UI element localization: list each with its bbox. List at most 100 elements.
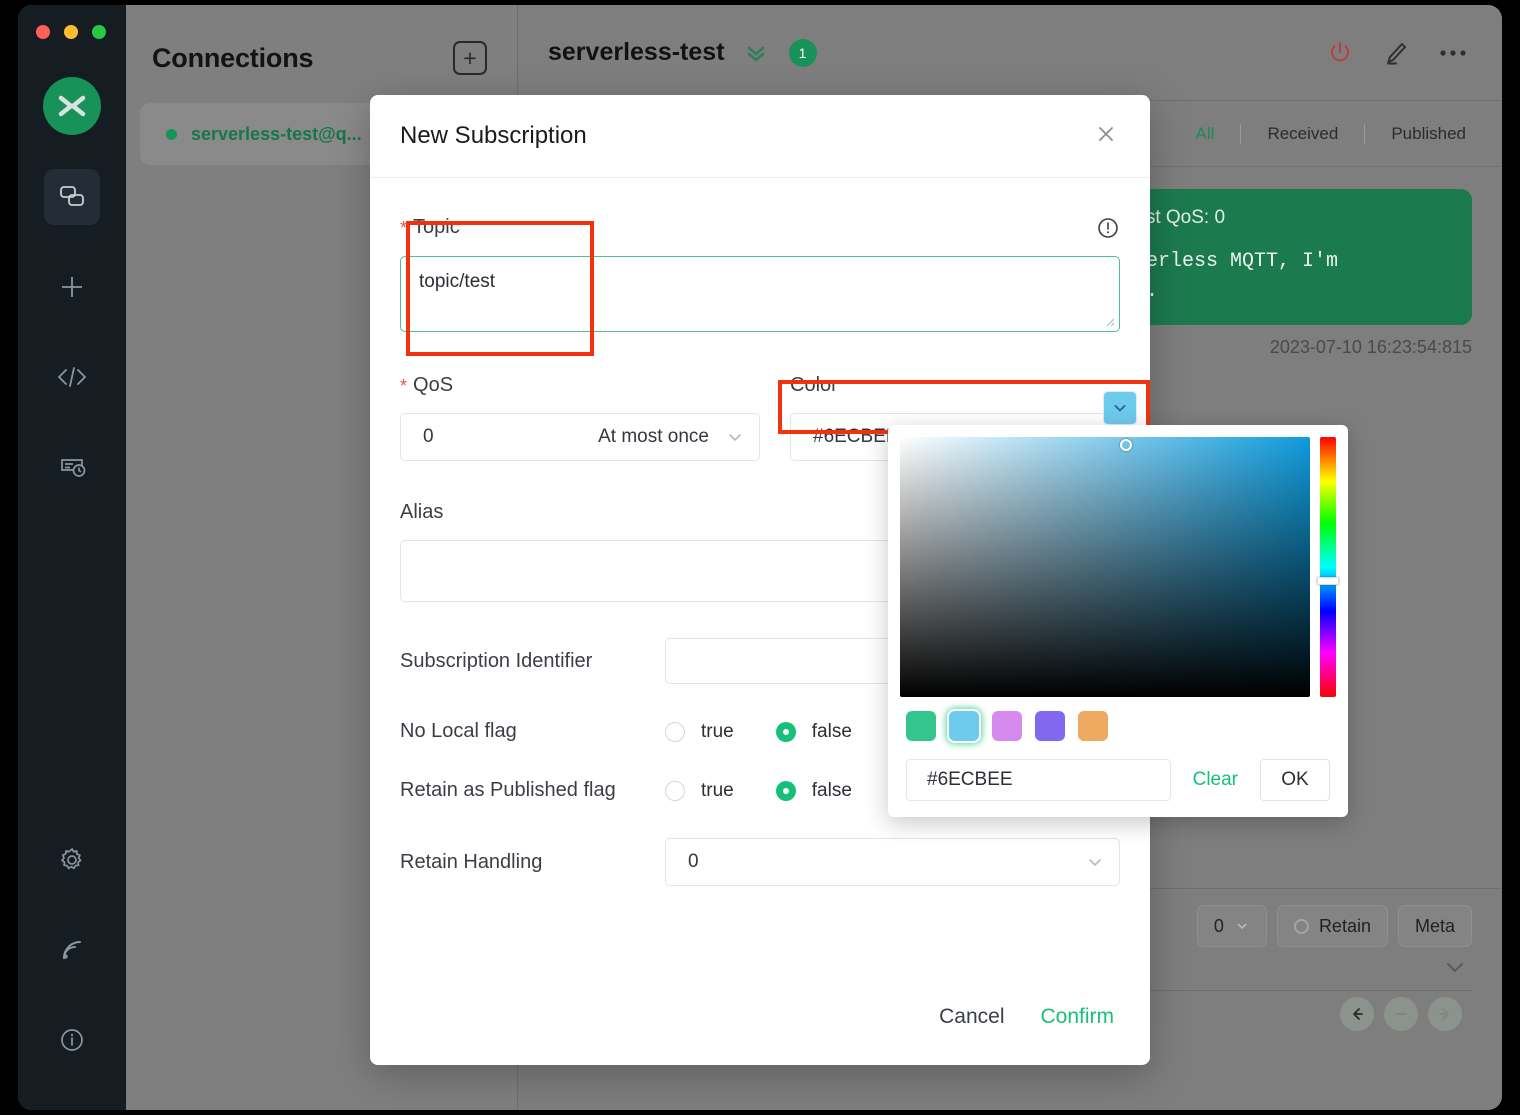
swatch-cyan[interactable] bbox=[949, 711, 979, 741]
chevron-down-icon bbox=[1234, 918, 1250, 934]
close-window-button[interactable] bbox=[36, 25, 50, 39]
dialog-header: New Subscription bbox=[370, 95, 1150, 178]
qos-label-text: QoS bbox=[413, 374, 453, 397]
retain-as-published-false[interactable]: false bbox=[776, 780, 852, 802]
cancel-button[interactable]: Cancel bbox=[939, 1005, 1004, 1029]
arrow-right-icon[interactable] bbox=[1428, 997, 1462, 1031]
clear-button[interactable]: Clear bbox=[1183, 769, 1248, 791]
no-local-flag-false[interactable]: false bbox=[776, 721, 852, 743]
sidebar-item-about[interactable] bbox=[44, 1012, 100, 1068]
app-window: Connections + serverless-test@q... serve… bbox=[18, 5, 1502, 1110]
saturation-value-panel[interactable] bbox=[900, 437, 1310, 697]
plus-square-icon: + bbox=[463, 47, 476, 70]
dialog-title: New Subscription bbox=[400, 122, 587, 150]
radio-checked-icon bbox=[776, 781, 796, 801]
connections-header: Connections + bbox=[126, 5, 517, 75]
color-label-text: Color bbox=[790, 374, 838, 397]
tab-all[interactable]: All bbox=[1170, 124, 1242, 144]
log-clock-icon bbox=[57, 452, 87, 482]
no-local-flag-true[interactable]: true bbox=[665, 721, 734, 743]
edit-pencil-icon[interactable] bbox=[1382, 39, 1410, 67]
color-picker-trigger[interactable] bbox=[1096, 388, 1144, 428]
retain-checkbox-icon bbox=[1294, 919, 1309, 934]
no-local-flag-true-label: true bbox=[701, 721, 734, 743]
color-picker-actions: #6ECBEE Clear OK bbox=[900, 751, 1336, 805]
retain-as-published-true[interactable]: true bbox=[665, 780, 734, 802]
chevron-down-icon bbox=[1442, 957, 1468, 982]
resize-grip-icon[interactable] bbox=[1103, 315, 1115, 327]
sidebar-item-scripts[interactable] bbox=[44, 349, 100, 405]
power-icon[interactable] bbox=[1326, 39, 1354, 67]
publish-qos-select[interactable]: 0 bbox=[1197, 905, 1267, 947]
qos-label: * QoS bbox=[400, 374, 760, 397]
sidebar-item-log[interactable] bbox=[44, 439, 100, 495]
retain-as-published-flag-radios: true false bbox=[665, 780, 852, 802]
hue-slider-handle[interactable] bbox=[1317, 577, 1339, 585]
editor-nav-controls bbox=[1340, 997, 1462, 1031]
window-traffic-lights bbox=[36, 25, 106, 39]
sidebar-item-settings[interactable] bbox=[44, 832, 100, 888]
connection-name: serverless-test@q... bbox=[191, 124, 362, 145]
qos-value-text: At most once bbox=[598, 426, 709, 448]
dialog-footer: Cancel Confirm bbox=[370, 969, 1150, 1065]
sidebar-item-connections[interactable] bbox=[44, 169, 100, 225]
no-local-flag-radios: true false bbox=[665, 721, 852, 743]
retain-as-published-true-label: true bbox=[701, 780, 734, 802]
subscription-identifier-label: Subscription Identifier bbox=[400, 650, 665, 673]
double-chevron-down-icon[interactable] bbox=[743, 40, 769, 66]
no-local-flag-false-label: false bbox=[812, 721, 852, 743]
add-connection-button[interactable]: + bbox=[453, 41, 487, 75]
topic-label: * Topic bbox=[400, 216, 460, 239]
maximize-window-button[interactable] bbox=[92, 25, 106, 39]
no-local-flag-label: No Local flag bbox=[400, 720, 665, 743]
retain-toggle[interactable]: Retain bbox=[1277, 905, 1388, 947]
plus-icon bbox=[57, 272, 87, 302]
qos-select[interactable]: 0 At most once bbox=[400, 413, 760, 461]
hex-input[interactable]: #6ECBEE bbox=[906, 759, 1171, 801]
required-marker: * bbox=[400, 219, 407, 237]
radio-unchecked-icon bbox=[665, 722, 685, 742]
retain-as-published-false-label: false bbox=[812, 780, 852, 802]
main-header: serverless-test 1 bbox=[518, 5, 1502, 101]
topic-input[interactable]: topic/test bbox=[400, 256, 1120, 332]
qos-field: * QoS 0 At most once bbox=[400, 374, 760, 461]
publish-qos-value: 0 bbox=[1214, 916, 1224, 937]
color-picker-popover: #6ECBEE Clear OK bbox=[888, 425, 1348, 817]
arrow-left-icon[interactable] bbox=[1340, 997, 1374, 1031]
chevron-down-icon bbox=[1103, 391, 1137, 425]
retain-handling-select[interactable]: 0 bbox=[665, 838, 1120, 886]
tab-published[interactable]: Published bbox=[1365, 124, 1492, 144]
tab-received[interactable]: Received bbox=[1241, 124, 1365, 144]
page-title: Connections bbox=[152, 43, 313, 74]
ok-button[interactable]: OK bbox=[1260, 759, 1330, 801]
confirm-button[interactable]: Confirm bbox=[1040, 1005, 1114, 1029]
gear-icon bbox=[58, 846, 86, 874]
swatch-purple[interactable] bbox=[1035, 711, 1065, 741]
meta-label: Meta bbox=[1415, 916, 1455, 937]
more-dots-icon[interactable] bbox=[1438, 48, 1468, 58]
code-brackets-icon bbox=[56, 362, 88, 392]
topic-label-text: Topic bbox=[413, 216, 460, 239]
exclamation-circle-icon[interactable] bbox=[1096, 216, 1120, 240]
meta-button[interactable]: Meta bbox=[1398, 905, 1472, 947]
color-label: Color bbox=[790, 374, 1120, 397]
minus-icon[interactable] bbox=[1384, 997, 1418, 1031]
retain-handling-label: Retain Handling bbox=[400, 851, 665, 874]
hue-slider[interactable] bbox=[1320, 437, 1336, 697]
close-icon[interactable] bbox=[1094, 122, 1118, 151]
retain-handling-value: 0 bbox=[688, 851, 699, 873]
retain-handling-row: Retain Handling 0 bbox=[400, 838, 1120, 886]
swatch-green[interactable] bbox=[906, 711, 936, 741]
topic-field-row: * Topic bbox=[400, 216, 1120, 240]
left-rail bbox=[18, 5, 126, 1110]
saturation-value-pointer[interactable] bbox=[1120, 439, 1132, 451]
sidebar-item-broadcast[interactable] bbox=[44, 922, 100, 978]
swatch-orange[interactable] bbox=[1078, 711, 1108, 741]
swatch-pink[interactable] bbox=[992, 711, 1022, 741]
connection-status-dot bbox=[166, 129, 177, 140]
retain-as-published-flag-label: Retain as Published flag bbox=[400, 779, 665, 802]
windows-stack-icon bbox=[57, 182, 87, 212]
minimize-window-button[interactable] bbox=[64, 25, 78, 39]
qos-value: 0 bbox=[423, 426, 434, 448]
sidebar-item-new-connection[interactable] bbox=[44, 259, 100, 315]
